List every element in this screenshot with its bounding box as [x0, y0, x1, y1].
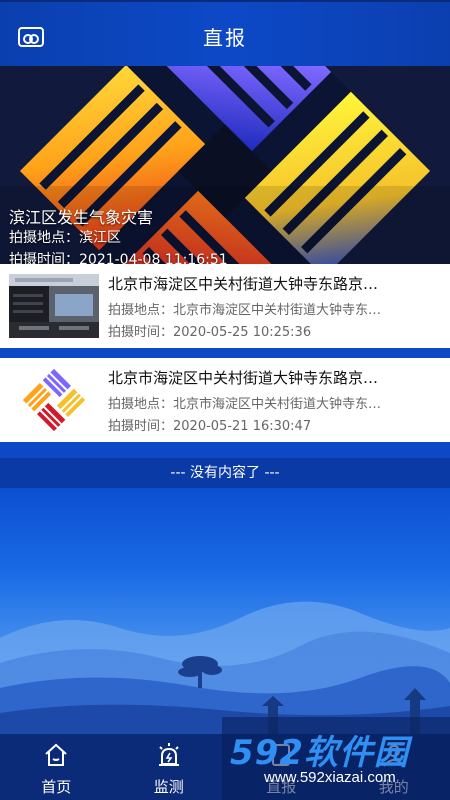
thumbnail-image	[9, 368, 99, 432]
divider	[0, 348, 450, 358]
item-location-label: 拍摄地点：	[108, 397, 174, 412]
item-time: 拍摄时间：2020-05-21 16:30:47	[108, 415, 436, 434]
item-time-label: 拍摄时间：	[108, 419, 174, 434]
item-title: 北京市海淀区中关村街道大钟寺东路京…	[108, 275, 379, 293]
home-icon	[43, 742, 69, 772]
tab-monitor[interactable]: 监测	[113, 734, 226, 800]
list-item[interactable]: 北京市海淀区中关村街道大钟寺东路京… 拍摄地点：北京市海淀区中关村街道大钟寺东……	[0, 264, 450, 348]
page-title: 直报	[203, 25, 247, 50]
watermark-url: www.592xiazai.com	[264, 769, 396, 786]
featured-title: 滨江区发生气象灾害	[9, 208, 154, 227]
item-time-value: 2020-05-25 10:25:36	[173, 325, 312, 340]
radio-icon[interactable]	[18, 27, 44, 47]
item-title: 北京市海淀区中关村街道大钟寺东路京…	[108, 369, 379, 387]
item-location-value: 北京市海淀区中关村街道大钟寺东…	[173, 397, 382, 412]
item-location: 拍摄地点：北京市海淀区中关村街道大钟寺东…	[108, 393, 436, 412]
background-landscape	[0, 488, 450, 734]
item-location-label: 拍摄地点：	[108, 303, 174, 318]
featured-report[interactable]: 滨江区发生气象灾害 拍摄地点：滨江区 拍摄时间：2021-04-08 11:16…	[0, 66, 450, 268]
item-time-label: 拍摄时间：	[108, 325, 174, 340]
tab-home[interactable]: 首页	[0, 734, 113, 800]
tab-home-label: 首页	[41, 778, 72, 796]
list-item[interactable]: 北京市海淀区中关村街道大钟寺东路京… 拍摄地点：北京市海淀区中关村街道大钟寺东……	[0, 358, 450, 442]
app-header: 直报	[0, 0, 450, 70]
item-time-value: 2020-05-21 16:30:47	[173, 419, 312, 434]
thumbnail-image	[9, 274, 99, 338]
featured-location: 拍摄地点：滨江区	[9, 230, 121, 246]
divider	[0, 442, 450, 458]
end-of-list-text: --- 没有内容了 ---	[0, 458, 450, 488]
item-location: 拍摄地点：北京市海淀区中关村街道大钟寺东…	[108, 299, 436, 318]
item-location-value: 北京市海淀区中关村街道大钟寺东…	[173, 303, 382, 318]
tab-monitor-label: 监测	[153, 778, 184, 796]
watermark: 592软件园 www.592xiazai.com	[222, 717, 450, 800]
watermark-logo: 592软件园	[230, 733, 409, 773]
item-time: 拍摄时间：2020-05-25 10:25:36	[108, 321, 436, 340]
alarm-icon	[156, 742, 182, 772]
